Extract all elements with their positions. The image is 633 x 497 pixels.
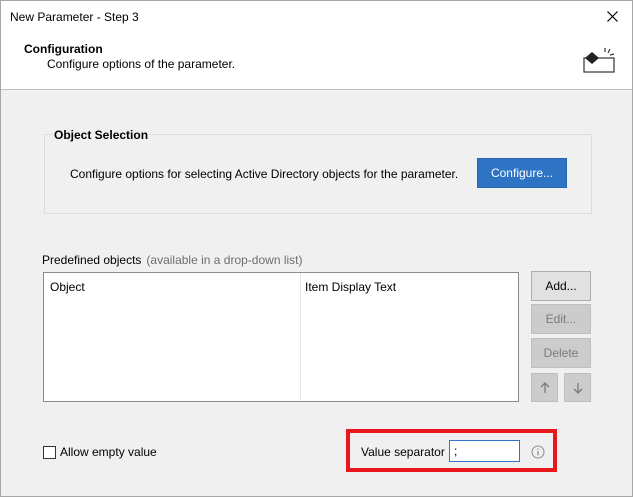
move-up-button[interactable] — [531, 373, 558, 402]
delete-button[interactable]: Delete — [531, 338, 591, 368]
window-title: New Parameter - Step 3 — [10, 10, 139, 24]
arrow-up-icon — [540, 381, 549, 393]
predefined-objects-note: (available in a drop-down list) — [146, 253, 303, 267]
value-separator-input[interactable] — [449, 440, 520, 462]
close-icon — [606, 11, 618, 22]
allow-empty-value-checkbox[interactable]: Allow empty value — [43, 445, 157, 459]
object-selection-description: Configure options for selecting Active D… — [70, 167, 459, 181]
column-header-object[interactable]: Object — [50, 280, 85, 294]
header-title: Configuration — [24, 42, 103, 56]
configure-button[interactable]: Configure... — [477, 158, 567, 188]
column-header-display-text[interactable]: Item Display Text — [305, 280, 396, 294]
info-icon[interactable] — [531, 445, 545, 459]
value-separator-label: Value separator — [361, 445, 445, 459]
header-subtitle: Configure options of the parameter. — [47, 57, 236, 71]
allow-empty-value-label: Allow empty value — [60, 445, 157, 459]
predefined-objects-label: Predefined objects (available in a drop-d… — [42, 253, 302, 267]
predefined-objects-title: Predefined objects — [42, 253, 142, 267]
predefined-objects-table[interactable]: Object Item Display Text — [43, 272, 519, 402]
column-separator — [300, 273, 301, 401]
title-bar: New Parameter - Step 3 — [1, 1, 632, 32]
add-button[interactable]: Add... — [531, 271, 591, 301]
close-button[interactable] — [592, 1, 632, 32]
wizard-icon — [583, 48, 615, 73]
object-selection-title: Object Selection — [53, 128, 150, 142]
checkbox-box[interactable] — [43, 445, 56, 459]
wizard-header: Configuration Configure options of the p… — [1, 32, 632, 90]
dialog-window: New Parameter - Step 3 Configuration Con… — [0, 0, 633, 497]
edit-button[interactable]: Edit... — [531, 304, 591, 334]
move-down-button[interactable] — [564, 373, 591, 402]
arrow-down-icon — [573, 382, 582, 394]
